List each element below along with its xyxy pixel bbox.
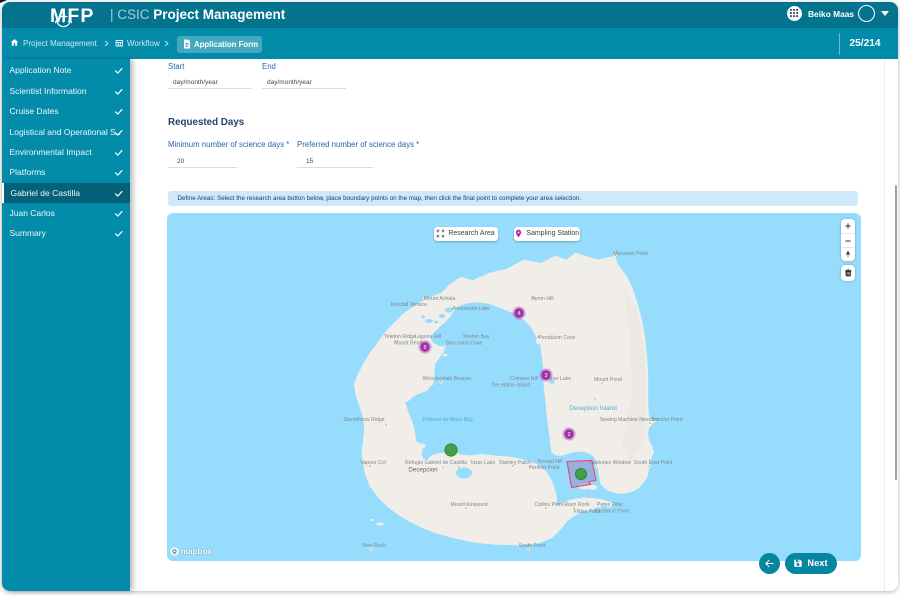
svg-text:Irizar Lake: Irizar Lake xyxy=(471,460,495,466)
svg-text:Mount Pond: Mount Pond xyxy=(594,377,622,383)
svg-text:Laguna Hill: Laguna Hill xyxy=(415,334,441,340)
svg-text:Pendulum Cove: Pendulum Cove xyxy=(539,335,576,341)
svg-text:Penfold Point: Penfold Point xyxy=(529,465,560,471)
svg-text:Refugio Gabriel de Castilla: Refugio Gabriel de Castilla xyxy=(405,460,467,466)
svg-text:Entrance Point: Entrance Point xyxy=(595,508,630,514)
svg-text:Neptunes Window: Neptunes Window xyxy=(589,460,631,466)
svg-text:Stonethrow Ridge: Stonethrow Ridge xyxy=(343,417,384,423)
svg-text:Kendall Terrace: Kendall Terrace xyxy=(391,302,427,308)
svg-text:Crimson Hill: Crimson Hill xyxy=(510,376,538,382)
svg-text:Telefon Ridge: Telefon Ridge xyxy=(384,334,416,340)
svg-text:Mount Achala: Mount Achala xyxy=(424,296,456,302)
svg-text:Sewing Machine Needles: Sewing Machine Needles xyxy=(600,417,659,423)
svg-text:Decepcion: Decepcion xyxy=(408,466,438,473)
svg-text:Ravn Rock: Ravn Rock xyxy=(564,502,590,508)
svg-text:Macaroni Point: Macaroni Point xyxy=(613,251,648,257)
svg-text:Telefon Bay: Telefon Bay xyxy=(462,334,490,340)
svg-text:Stanley Patch: Stanley Patch xyxy=(499,460,531,466)
svg-text:Sancho Point: Sancho Point xyxy=(652,417,683,423)
svg-text:Deception Island: Deception Island xyxy=(569,405,617,412)
svg-text:Mount Kirkwood: Mount Kirkwood xyxy=(450,502,487,508)
svg-text:5: 5 xyxy=(423,345,426,351)
svg-text:South East Point: South East Point xyxy=(634,460,673,466)
svg-text:Collins Point: Collins Point xyxy=(535,502,564,508)
svg-text:New Rock: New Rock xyxy=(362,543,386,549)
svg-text:Wensleydale Beacon: Wensleydale Beacon xyxy=(423,376,472,382)
svg-text:Byron Hill: Byron Hill xyxy=(531,296,553,302)
svg-text:3: 3 xyxy=(544,373,547,379)
svg-text:Almonecist Lake: Almonecist Lake xyxy=(452,306,490,312)
svg-text:Deception Island: Deception Island xyxy=(492,382,531,388)
svg-text:Stancomb Cove: Stancomb Cove xyxy=(446,340,483,346)
svg-text:South Point: South Point xyxy=(519,543,546,549)
svg-text:Vapour Col: Vapour Col xyxy=(360,460,386,466)
svg-text:Petes Pillar: Petes Pillar xyxy=(597,502,624,508)
svg-text:2: 2 xyxy=(567,432,570,438)
svg-text:Primero de Mayo Bay: Primero de Mayo Bay xyxy=(423,417,473,423)
